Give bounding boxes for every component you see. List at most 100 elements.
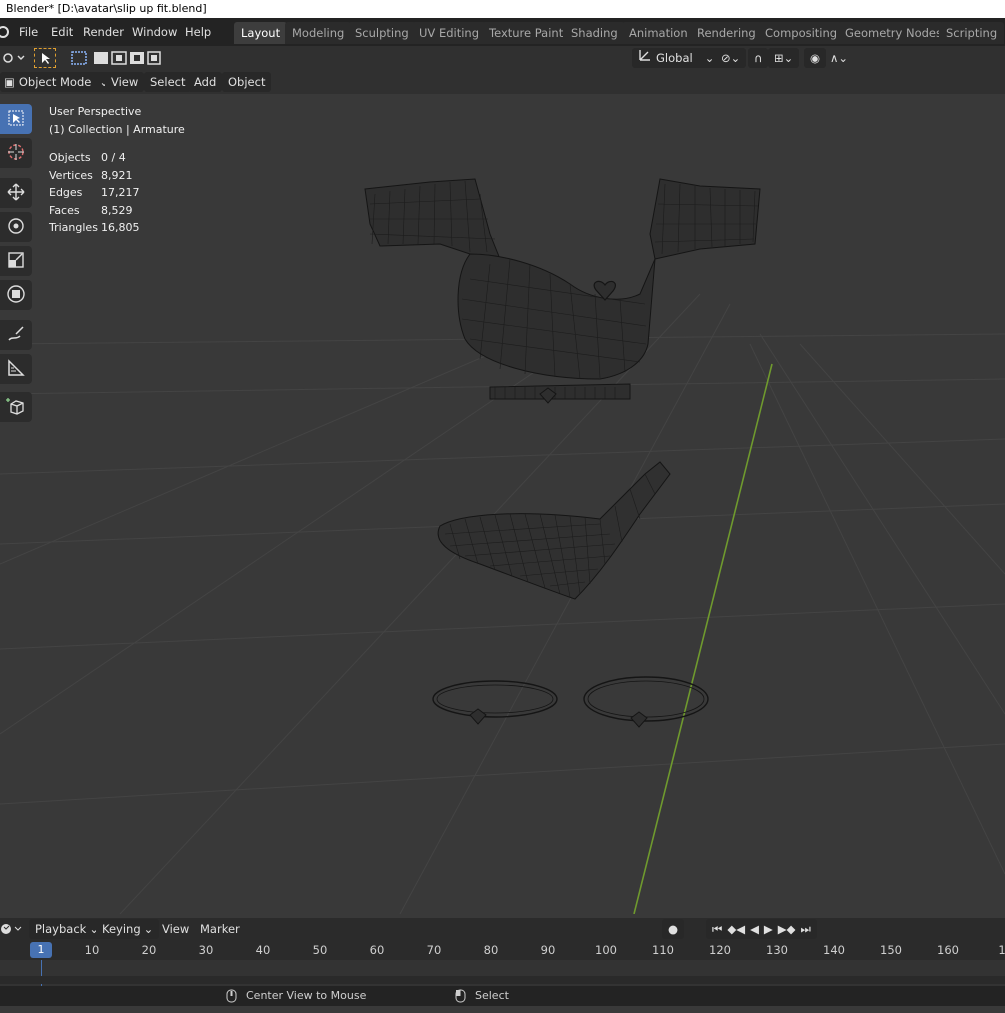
play-reverse-icon[interactable]: ◀	[750, 919, 759, 939]
frame-tick: 120	[709, 943, 731, 957]
current-frame-indicator[interactable]: 1	[30, 942, 52, 958]
jump-to-keyframe-forward-icon[interactable]: ▶◆	[778, 919, 796, 939]
annotate-pencil-icon	[6, 324, 26, 347]
tool-cursor[interactable]	[0, 138, 32, 168]
tool-add-cube[interactable]	[0, 392, 32, 422]
chevron-down-icon: ⌄	[704, 51, 715, 65]
menu-view[interactable]: View	[105, 72, 145, 92]
frame-tick: 1	[998, 943, 1005, 957]
jump-to-keyframe-back-icon[interactable]: ◆◀	[727, 919, 745, 939]
y-axis-line	[633, 363, 773, 914]
frame-tick: 110	[652, 943, 674, 957]
jump-to-end-icon[interactable]: ⏭	[800, 919, 810, 939]
transform-icon	[6, 284, 26, 307]
proportional-falloff-dropdown[interactable]: ∧⌄	[824, 48, 854, 68]
blender-logo-icon[interactable]	[0, 18, 12, 46]
timeline-menu-view[interactable]: View	[156, 919, 195, 939]
menu-render[interactable]: Render	[83, 18, 124, 46]
timeline-editor-type-icon[interactable]	[0, 921, 26, 940]
frame-tick: 40	[255, 943, 271, 957]
window-title: Blender* [D:\avatar\slip up fit.blend]	[6, 2, 207, 15]
viewport-header: ▣ Object Mode ⌄ View Select Add Object	[0, 70, 1005, 94]
workspace-tab-compositing[interactable]: Compositing	[758, 22, 845, 44]
proportional-editing-toggle[interactable]: ◉	[804, 48, 827, 68]
workspace-tab-rendering[interactable]: Rendering	[690, 22, 763, 44]
leg-garter-right	[583, 676, 709, 722]
workspace-tab-sculpting[interactable]: Sculpting	[348, 22, 416, 44]
select-tool-active-icon[interactable]	[34, 48, 56, 68]
mouse-middle-icon	[226, 986, 238, 1013]
stats-row-objects: Objects 0 / 4	[49, 151, 126, 164]
menu-select[interactable]: Select	[144, 72, 192, 92]
status-hint-center-view: Center View to Mouse	[246, 989, 367, 1002]
top-menu-bar: File Edit Render Window Help Layout Mode…	[0, 18, 1005, 46]
frame-tick: 160	[937, 943, 959, 957]
frame-tick: 50	[312, 943, 328, 957]
workspace-tab-scripting[interactable]: Scripting	[939, 22, 1005, 44]
measure-ruler-icon	[6, 358, 26, 381]
tool-rotate[interactable]	[0, 212, 32, 242]
tool-transform[interactable]	[0, 280, 32, 310]
frame-tick: 150	[880, 943, 902, 957]
workspace-tab-modeling[interactable]: Modeling	[285, 22, 352, 44]
tool-select-box[interactable]	[0, 104, 32, 134]
timeline-menu-marker[interactable]: Marker	[194, 919, 246, 939]
timeline-track-area[interactable]	[0, 960, 1005, 986]
heart-charm-garter-right	[630, 711, 648, 728]
snap-target-dropdown[interactable]: ⊞⌄	[768, 48, 800, 68]
workspace-tab-shading[interactable]: Shading	[564, 22, 625, 44]
top-garment-mesh	[364, 178, 761, 400]
transform-orientation-dropdown[interactable]: Global ⌄	[632, 48, 721, 68]
frame-tick: 20	[141, 943, 157, 957]
frame-tick: 100	[595, 943, 617, 957]
frame-tick: 130	[766, 943, 788, 957]
leg-garter-left	[432, 680, 558, 718]
move-arrows-icon	[6, 182, 26, 205]
active-collection-label: (1) Collection | Armature	[49, 122, 185, 136]
view-perspective-label: User Perspective	[49, 105, 142, 118]
tool-annotate[interactable]	[0, 320, 32, 350]
scale-icon	[6, 250, 26, 273]
keying-dropdown[interactable]: Keying ⌄	[96, 919, 160, 939]
play-icon[interactable]: ▶	[764, 919, 773, 939]
jump-to-start-icon[interactable]: ⏮	[712, 919, 722, 939]
menu-add[interactable]: Add	[188, 72, 223, 92]
magnet-icon: ∩	[754, 51, 763, 65]
editor-type-icon[interactable]	[2, 50, 26, 69]
snap-toggle[interactable]: ∩	[748, 48, 769, 68]
proportional-editing-icon: ◉	[810, 51, 821, 65]
menu-file[interactable]: File	[19, 18, 38, 46]
timeline-header: Playback ⌄ Keying ⌄ View Marker ● ⏮ ◆◀ ◀ ▶…	[0, 918, 1005, 940]
menu-object[interactable]: Object	[222, 72, 272, 92]
workspace-tab-uv-editing[interactable]: UV Editing	[412, 22, 486, 44]
status-bar: Center View to Mouse Select	[0, 986, 1005, 1006]
pivot-point-dropdown[interactable]: ⊘⌄	[715, 48, 747, 68]
workspace-tab-layout[interactable]: Layout	[234, 22, 288, 44]
mode-dropdown[interactable]: ▣ Object Mode ⌄	[0, 72, 115, 92]
frame-tick: 70	[426, 943, 442, 957]
timeline-ruler[interactable]: 1 10 20 30 40 50 60 70 80 90 100 110 120…	[0, 940, 1005, 960]
workspace-tab-geometry-nodes[interactable]: Geometry Nodes	[838, 22, 950, 44]
playback-dropdown[interactable]: Playback ⌄	[29, 919, 105, 939]
bottom-garment-mesh	[437, 461, 671, 600]
3d-cursor-icon	[6, 142, 26, 165]
playback-controls[interactable]: ⏮ ◆◀ ◀ ▶ ▶◆ ⏭	[706, 919, 817, 939]
auto-keying-toggle[interactable]: ●	[662, 919, 685, 939]
falloff-curve-icon: ∧⌄	[830, 51, 849, 65]
chevron-down-icon: ⌄	[143, 922, 154, 936]
status-hint-select: Select	[475, 989, 509, 1002]
viewport-info-overlay: User Perspective (1) Collection | Armatu…	[49, 103, 185, 237]
workspace-tab-animation[interactable]: Animation	[622, 22, 695, 44]
tool-scale[interactable]	[0, 246, 32, 276]
selection-mode-icons[interactable]	[70, 50, 162, 69]
tool-measure[interactable]	[0, 354, 32, 384]
stats-row-vertices: Vertices 8,921	[49, 168, 133, 182]
timeline-scrollbar[interactable]	[0, 976, 1005, 984]
menu-edit[interactable]: Edit	[51, 18, 73, 46]
tool-move[interactable]	[0, 178, 32, 208]
menu-help[interactable]: Help	[185, 18, 211, 46]
workspace-tab-texture-paint[interactable]: Texture Paint	[482, 22, 571, 44]
tool-settings-header: Global ⌄ ⊘⌄ ∩ ⊞⌄ ◉ ∧⌄	[0, 46, 1005, 70]
orientation-icon	[638, 48, 652, 68]
menu-window[interactable]: Window	[132, 18, 177, 46]
